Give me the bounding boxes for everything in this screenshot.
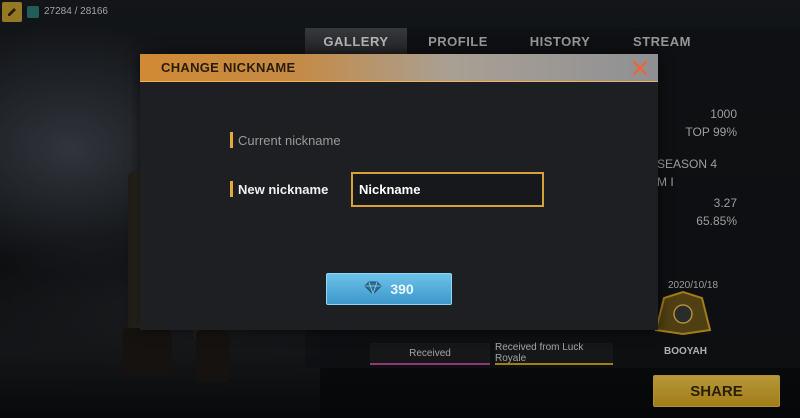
close-icon[interactable] bbox=[622, 54, 658, 81]
new-nickname-input[interactable] bbox=[351, 172, 544, 207]
current-nickname-marker bbox=[230, 132, 233, 148]
dialog-header: CHANGE NICKNAME bbox=[140, 54, 658, 82]
diamond-icon bbox=[364, 281, 383, 298]
change-nickname-dialog: CHANGE NICKNAME Current nickname New nic… bbox=[140, 54, 658, 330]
confirm-diamond-button[interactable]: 390 bbox=[326, 273, 452, 305]
current-nickname-label: Current nickname bbox=[238, 133, 341, 148]
new-nickname-label: New nickname bbox=[238, 182, 329, 197]
dialog-title: CHANGE NICKNAME bbox=[161, 60, 296, 75]
new-nickname-marker bbox=[230, 181, 233, 197]
diamond-cost: 390 bbox=[390, 281, 414, 297]
